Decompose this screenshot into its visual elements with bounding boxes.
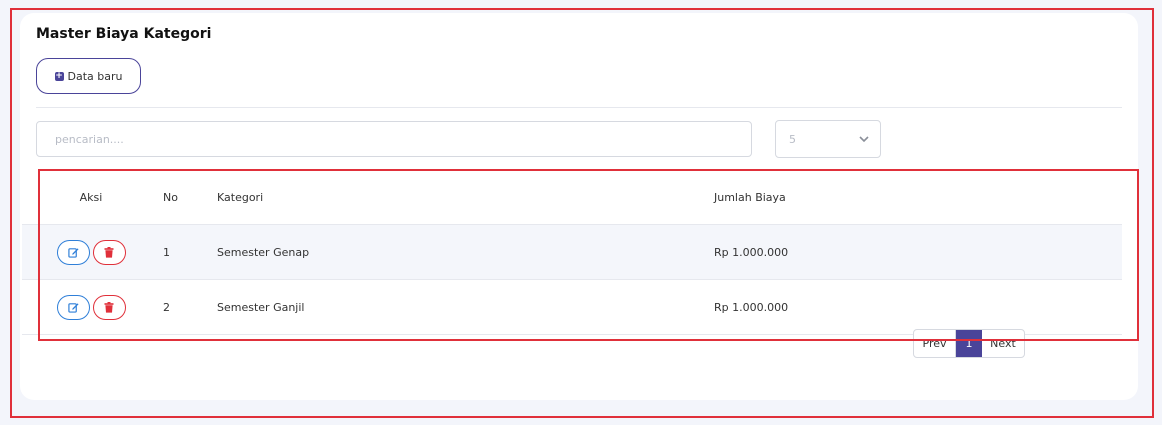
delete-button[interactable] bbox=[92, 239, 126, 265]
edit-button[interactable] bbox=[56, 239, 90, 265]
table-row: 2 Semester Ganjil Rp 1.000.000 bbox=[22, 280, 1122, 335]
edit-icon bbox=[67, 302, 79, 313]
table-row: 1 Semester Genap Rp 1.000.000 bbox=[22, 225, 1122, 280]
row-kategori: Semester Genap bbox=[217, 245, 310, 259]
row-actions bbox=[22, 225, 158, 279]
row-jumlah-biaya: Rp 1.000.000 bbox=[714, 300, 789, 314]
trash-icon bbox=[104, 301, 114, 313]
search-input[interactable] bbox=[36, 121, 752, 157]
divider bbox=[36, 107, 1122, 108]
row-jumlah-biaya: Rp 1.000.000 bbox=[714, 245, 789, 259]
trash-icon bbox=[104, 246, 114, 258]
header-jumlah-biaya: Jumlah Biaya bbox=[714, 190, 786, 204]
category-table: Aksi No Kategori Jumlah Biaya 1 Semester… bbox=[22, 170, 1122, 335]
delete-button[interactable] bbox=[92, 294, 126, 320]
edit-icon bbox=[67, 247, 79, 258]
row-no: 2 bbox=[163, 300, 170, 314]
plus-square-icon: + bbox=[54, 70, 64, 81]
page-size-select[interactable]: 5 bbox=[775, 120, 881, 158]
table-header: Aksi No Kategori Jumlah Biaya bbox=[22, 170, 1122, 225]
current-page-button[interactable]: 1 bbox=[956, 330, 982, 357]
row-no: 1 bbox=[163, 245, 170, 259]
pagination: Prev 1 Next bbox=[913, 329, 1025, 358]
page-size-value: 5 bbox=[789, 132, 796, 146]
next-page-button[interactable]: Next bbox=[982, 330, 1024, 357]
header-aksi: Aksi bbox=[79, 190, 103, 204]
chevron-down-icon bbox=[859, 136, 869, 143]
new-data-button-label: Data baru bbox=[67, 69, 123, 83]
row-kategori: Semester Ganjil bbox=[217, 300, 305, 314]
header-kategori: Kategori bbox=[217, 190, 264, 204]
row-actions bbox=[22, 280, 158, 334]
edit-button[interactable] bbox=[56, 294, 90, 320]
page-title: Master Biaya Kategori bbox=[36, 26, 212, 42]
header-no: No bbox=[163, 190, 178, 204]
prev-page-button[interactable]: Prev bbox=[914, 330, 956, 357]
new-data-button[interactable]: + Data baru bbox=[36, 58, 141, 94]
